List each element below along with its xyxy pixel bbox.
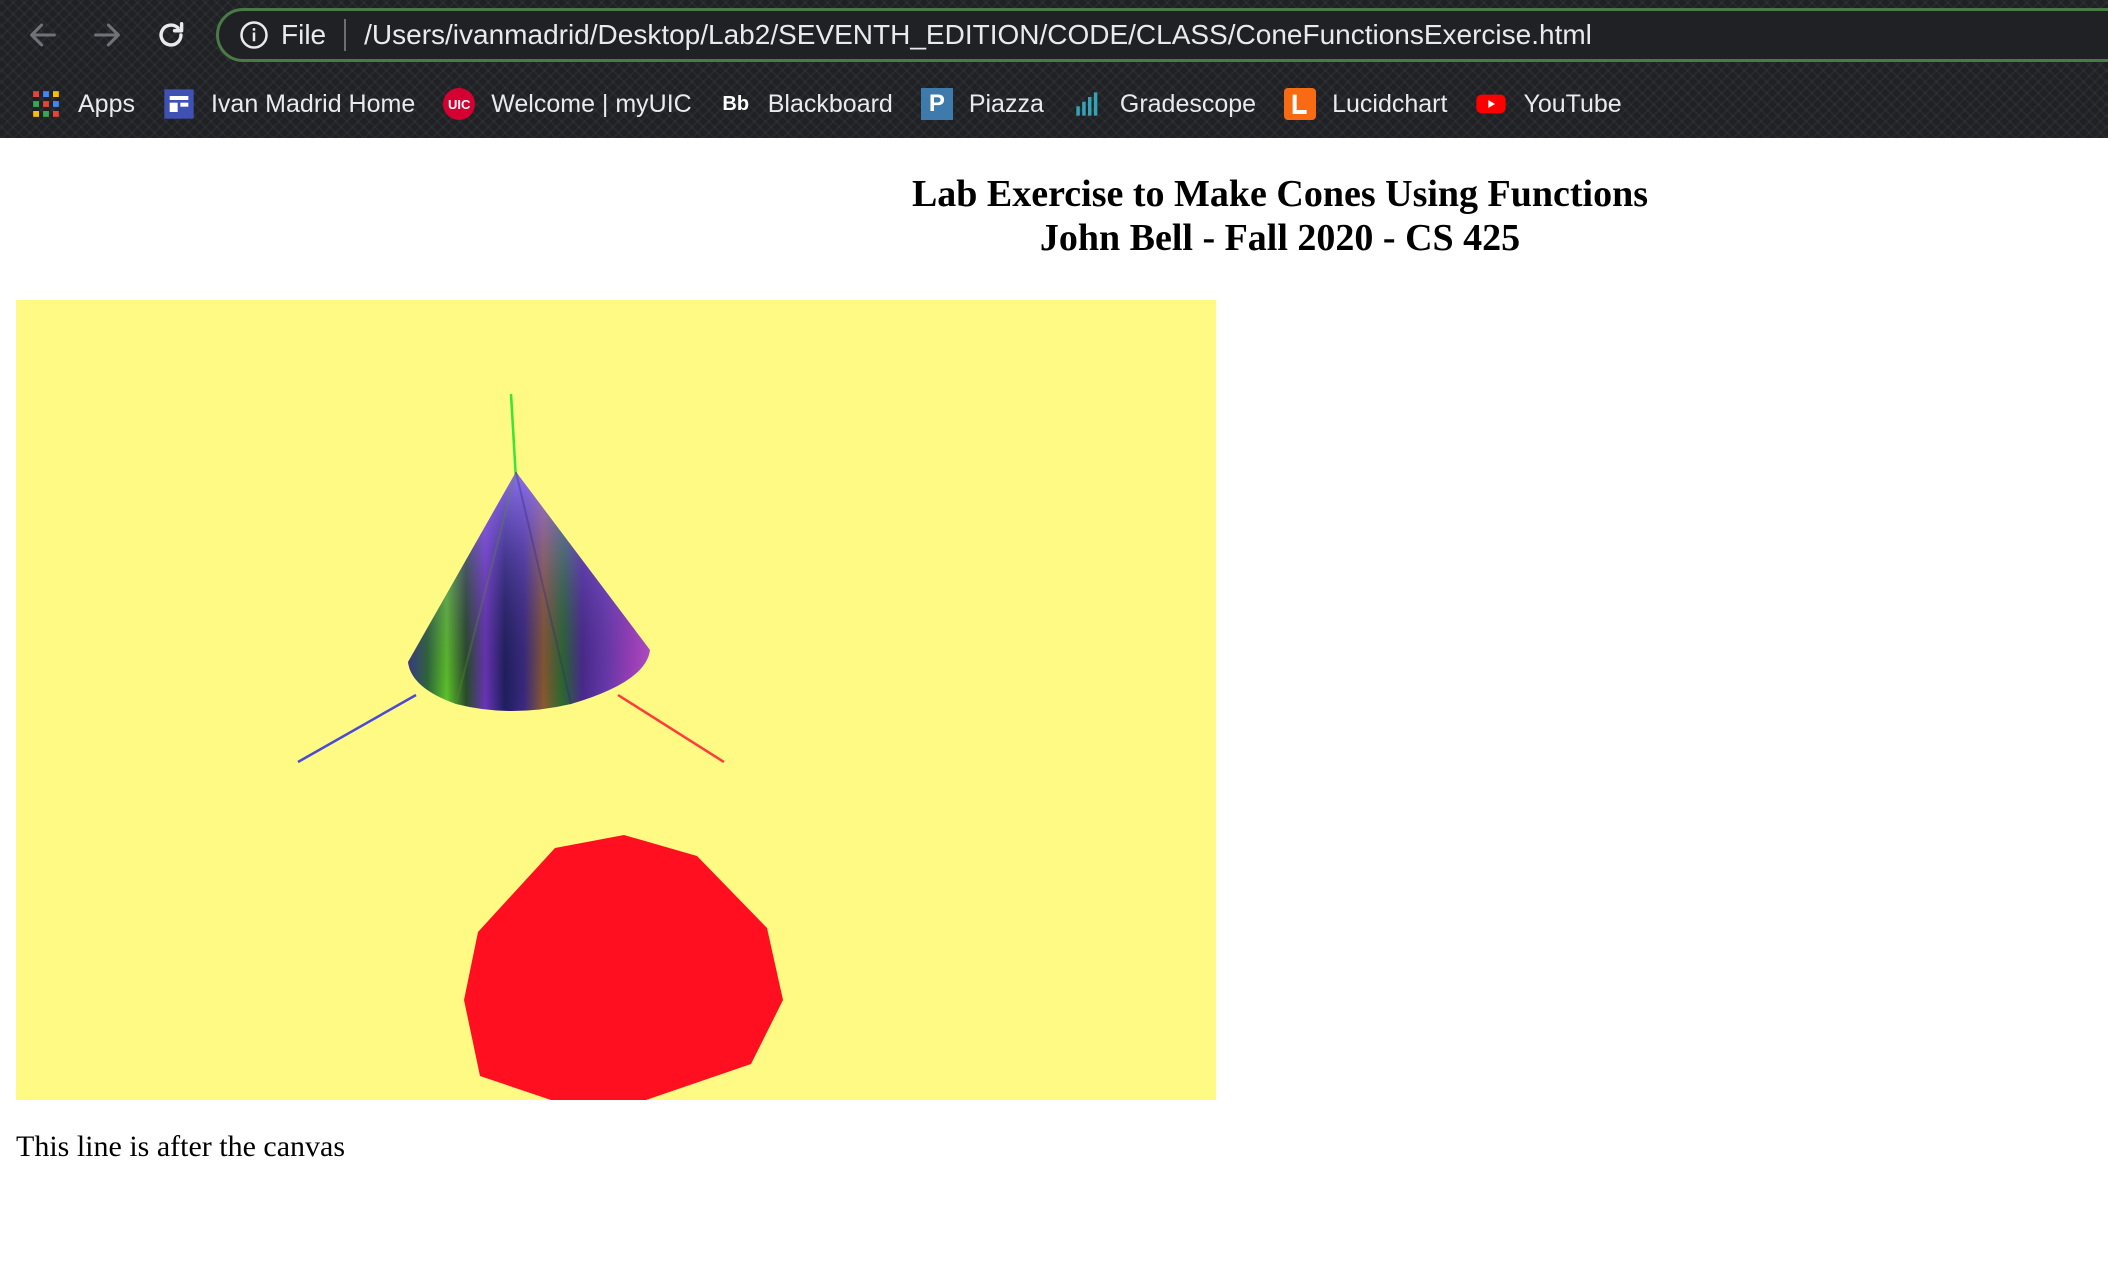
page-title: Lab Exercise to Make Cones Using Functio… [0, 172, 2108, 260]
bookmark-blackboard[interactable]: Bb Blackboard [706, 80, 907, 128]
page-title-line2: John Bell - Fall 2020 - CS 425 [1039, 217, 1521, 259]
piazza-icon: P [920, 88, 953, 120]
uic-icon: UIC [443, 88, 476, 120]
bookmark-apps[interactable]: Apps [0, 80, 149, 128]
canvas-scene [297, 393, 783, 1100]
red-disk [464, 835, 783, 1100]
z-axis-line [297, 693, 417, 764]
bookmark-label: Gradescope [1119, 89, 1257, 118]
reload-icon [159, 21, 184, 47]
after-canvas-text: This line is after the canvas [16, 1130, 346, 1163]
lucidchart-icon [1284, 88, 1317, 120]
bookmark-label: Lucidchart [1332, 89, 1448, 118]
browser-chrome: File /Users/ivanmadrid/Desktop/Lab2/SEVE… [0, 0, 2108, 138]
reload-button[interactable] [148, 12, 194, 58]
bookmark-label: Ivan Madrid Home [210, 89, 416, 118]
bookmark-label: Piazza [968, 89, 1044, 118]
bookmark-label: Blackboard [767, 89, 893, 118]
site-info-icon[interactable] [239, 20, 269, 50]
page-title-line1: Lab Exercise to Make Cones Using Functio… [911, 173, 1649, 215]
bookmarks-bar: Apps Ivan Madrid Home UIC Welcome | myUI… [0, 80, 2108, 128]
url-text[interactable]: /Users/ivanmadrid/Desktop/Lab2/SEVENTH_E… [364, 19, 1592, 51]
back-button[interactable] [20, 12, 66, 58]
address-separator [344, 19, 347, 51]
forward-button[interactable] [84, 12, 130, 58]
bookmark-gradescope[interactable]: Gradescope [1058, 80, 1270, 128]
bookmark-piazza[interactable]: P Piazza [907, 80, 1058, 128]
x-axis-line [617, 693, 725, 764]
apps-grid-icon [30, 88, 62, 120]
site-icon [163, 88, 195, 120]
bookmark-myuic[interactable]: UIC Welcome | myUIC [429, 80, 706, 128]
bookmark-ivan-madrid-home[interactable]: Ivan Madrid Home [149, 80, 429, 128]
address-bar[interactable]: File /Users/ivanmadrid/Desktop/Lab2/SEVE… [216, 8, 2108, 62]
cone-shape [408, 471, 650, 711]
blackboard-icon: Bb [722, 92, 750, 115]
forward-arrow-icon [94, 23, 120, 47]
gradescope-icon [1072, 88, 1104, 120]
bookmark-lucidchart[interactable]: Lucidchart [1270, 80, 1461, 128]
scheme-label: File [281, 19, 327, 50]
youtube-icon [1475, 88, 1507, 120]
bookmark-label: Apps [78, 89, 135, 118]
bookmark-label: Welcome | myUIC [491, 89, 692, 118]
webgl-canvas[interactable] [16, 300, 1216, 1100]
back-arrow-icon [30, 23, 56, 47]
page-heading-container: Lab Exercise to Make Cones Using Functio… [0, 172, 2108, 272]
bookmark-youtube[interactable]: YouTube [1461, 80, 1635, 128]
bookmark-label: YouTube [1523, 89, 1622, 118]
y-axis-line [509, 393, 518, 481]
